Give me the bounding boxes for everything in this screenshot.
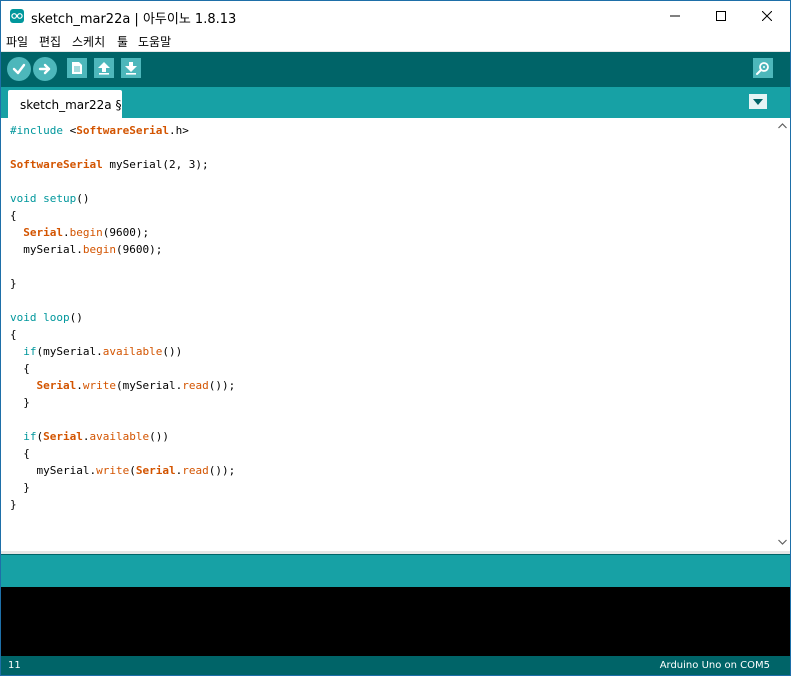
open-arrow-up-icon <box>98 62 110 75</box>
code-line: } <box>10 481 30 494</box>
code-line: Serial.begin(9600); <box>23 226 150 239</box>
menu-tools[interactable]: 툴 <box>117 33 128 50</box>
code-line: mySerial.write(Serial.read()); <box>10 464 236 477</box>
minimize-icon <box>670 15 680 17</box>
code-line: if(Serial.available()) <box>23 430 169 443</box>
menu-edit[interactable]: 편집 <box>39 33 61 50</box>
upload-icon <box>38 63 51 75</box>
code-line: { <box>10 362 30 375</box>
code-line: SoftwareSerial mySerial(2, 3); <box>10 158 209 171</box>
arduino-logo-icon <box>10 9 24 23</box>
ide-window: sketch_mar22a | 아두이노 1.8.13 파일 편집 스케치 툴 … <box>0 0 791 676</box>
toolbar <box>1 52 790 87</box>
board-port-label: Arduino Uno on COM5 <box>659 660 770 671</box>
tab-menu-button[interactable] <box>749 94 767 109</box>
serial-monitor-icon <box>756 62 769 75</box>
code-line: } <box>10 498 17 511</box>
code-line: mySerial.begin(9600); <box>10 243 163 256</box>
serial-monitor-button[interactable] <box>753 58 773 78</box>
verify-button[interactable] <box>7 57 31 81</box>
code-line: void loop() <box>10 311 83 324</box>
tab-bar: sketch_mar22a § <box>1 87 790 118</box>
message-bar <box>1 555 790 587</box>
menu-help[interactable]: 도움말 <box>138 33 171 50</box>
save-arrow-down-icon <box>125 62 137 75</box>
title-bar: sketch_mar22a | 아두이노 1.8.13 <box>1 1 790 31</box>
line-number: 11 <box>8 660 21 671</box>
code-text: #include <SoftwareSerial.h> SoftwareSeri… <box>10 122 235 513</box>
open-button[interactable] <box>94 58 114 78</box>
status-bar: 11 Arduino Uno on COM5 <box>1 656 790 675</box>
code-line: { <box>10 328 17 341</box>
code-line: } <box>10 396 30 409</box>
minimize-button[interactable] <box>652 1 698 31</box>
code-line: #include <SoftwareSerial.h> <box>10 124 189 137</box>
tab-label: sketch_mar22a § <box>20 98 122 112</box>
save-button[interactable] <box>121 58 141 78</box>
code-line: void setup() <box>10 192 90 205</box>
chevron-down-icon <box>753 98 763 105</box>
window-title: sketch_mar22a | 아두이노 1.8.13 <box>31 12 237 27</box>
code-line: } <box>10 277 17 290</box>
code-line: { <box>10 209 17 222</box>
code-line: { <box>10 447 30 460</box>
code-line: if(mySerial.available()) <box>23 345 183 358</box>
tab-sketch[interactable]: sketch_mar22a § <box>8 90 122 118</box>
menu-bar: 파일 편집 스케치 툴 도움말 <box>1 31 790 52</box>
scroll-down-icon[interactable] <box>777 537 787 547</box>
close-icon <box>762 11 772 21</box>
maximize-icon <box>716 11 726 21</box>
close-button[interactable] <box>744 1 790 31</box>
code-editor[interactable]: #include <SoftwareSerial.h> SoftwareSeri… <box>1 118 774 551</box>
vertical-scrollbar[interactable] <box>774 118 790 551</box>
output-console <box>1 587 790 656</box>
new-sketch-button[interactable] <box>67 58 87 78</box>
upload-button[interactable] <box>33 57 57 81</box>
scroll-up-icon[interactable] <box>777 121 787 131</box>
verify-icon <box>12 63 26 75</box>
new-file-icon <box>72 62 82 74</box>
menu-sketch[interactable]: 스케치 <box>72 33 105 50</box>
maximize-button[interactable] <box>698 1 744 31</box>
menu-file[interactable]: 파일 <box>6 33 28 50</box>
code-line: Serial.write(mySerial.read()); <box>36 379 236 392</box>
